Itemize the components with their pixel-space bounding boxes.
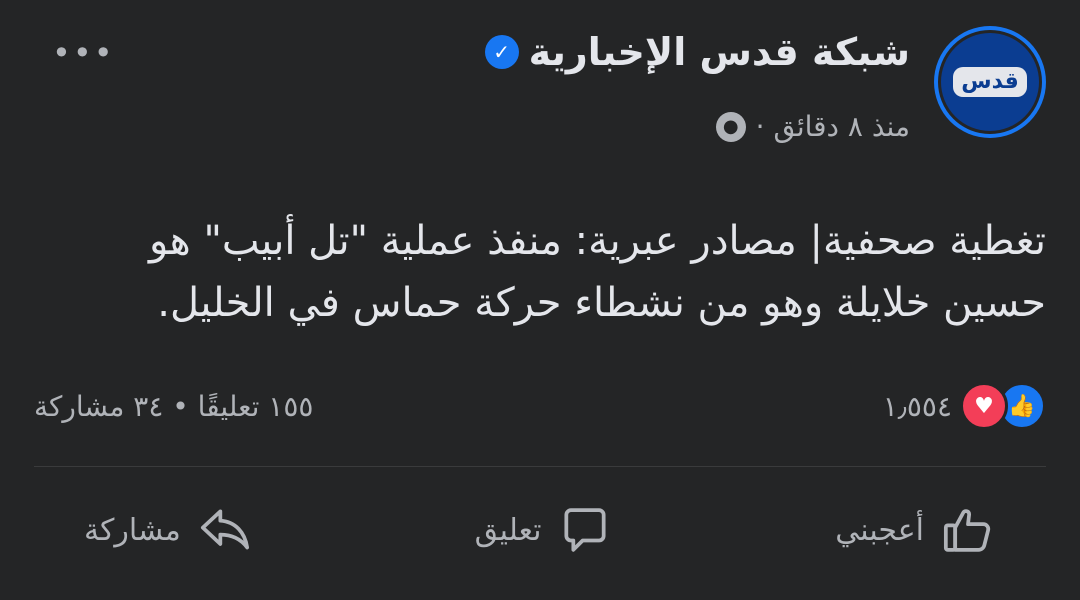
avatar-inner: قدس: [938, 30, 1042, 134]
post-text: تغطية صحفية| مصادر عبرية: منفذ عملية "تل…: [148, 218, 1046, 326]
action-bar: أعجبني تعليق مشاركة: [34, 490, 1046, 570]
comment-bubble-icon: [564, 508, 607, 552]
page-name[interactable]: شبكة قدس الإخبارية: [529, 30, 910, 74]
verified-badge-icon: ✓: [484, 35, 519, 69]
reactions-row: 👍 ♥ ١٫٥٥٤ ١٥٥ تعليقًا • ٣٤ مشاركة: [34, 380, 1046, 432]
thumbs-up-icon: [943, 509, 991, 552]
like-button[interactable]: أعجبني: [785, 502, 1046, 558]
post-header: شبكة قدس الإخبارية ✓: [484, 30, 910, 74]
reaction-icons: 👍 ♥: [960, 382, 1046, 430]
divider: [34, 466, 1046, 467]
share-label: مشاركة: [84, 512, 181, 548]
reactions-summary[interactable]: 👍 ♥ ١٫٥٥٤: [883, 382, 1046, 430]
post-meta: منذ ٨ دقائق · ●: [715, 110, 910, 143]
more-dots-icon[interactable]: •••: [52, 34, 115, 72]
post-timestamp[interactable]: منذ ٨ دقائق ·: [756, 110, 910, 143]
reactions-count: ١٫٥٥٤: [882, 389, 952, 423]
globe-icon: ●: [715, 111, 746, 142]
share-arrow-icon: [200, 509, 249, 550]
facebook-post: قدس شبكة قدس الإخبارية ✓ منذ ٨ دقائق · ●…: [0, 0, 1080, 600]
comment-button[interactable]: تعليق: [425, 502, 664, 558]
avatar[interactable]: قدس: [934, 26, 1046, 138]
like-label: أعجبني: [835, 512, 924, 548]
comments-shares-count[interactable]: ١٥٥ تعليقًا • ٣٤ مشاركة: [34, 390, 313, 423]
comment-label: تعليق: [474, 512, 542, 548]
heart-reaction-icon: ♥: [960, 382, 1008, 430]
avatar-logo-text: قدس: [953, 66, 1027, 98]
share-button[interactable]: مشاركة: [34, 502, 303, 558]
